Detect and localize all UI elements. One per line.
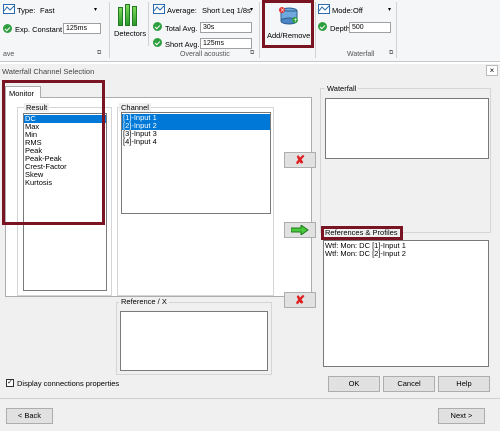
mode-icon	[318, 4, 330, 14]
result-label: Result	[24, 103, 50, 112]
dialog-title: Waterfall Channel Selection	[2, 67, 95, 76]
monitor-tab-panel: Result DC Max Min RMS Peak Peak-Peak Cre…	[5, 97, 312, 297]
separator	[315, 2, 316, 58]
detectors-icon[interactable]	[118, 4, 142, 26]
waterfall-group: Waterfall	[320, 84, 491, 233]
depth-input[interactable]: 500	[349, 22, 391, 33]
channel-label: Channel	[119, 103, 151, 112]
group-overall-acoustic-label: Overall acoustic	[180, 51, 230, 58]
exp-constant-input[interactable]: 125ms	[63, 23, 101, 34]
waterfall-listbox[interactable]	[325, 98, 489, 159]
reference-x-listbox[interactable]	[120, 311, 268, 371]
mode-label: Mode:	[332, 6, 353, 15]
average-value[interactable]: Short Leq 1/8s	[202, 6, 251, 15]
svg-text:×: ×	[280, 7, 285, 14]
average-label: Average:	[167, 6, 197, 15]
short-avg-input[interactable]: 125ms	[200, 38, 252, 49]
group-waterfall-label: Waterfall	[347, 51, 375, 58]
add-remove-icon: × +	[278, 6, 300, 26]
next-button[interactable]: Next >	[438, 408, 485, 424]
red-x-icon: ✘	[294, 293, 306, 307]
cancel-button[interactable]: Cancel	[383, 376, 435, 392]
result-listbox[interactable]: DC Max Min RMS Peak Peak-Peak Crest-Fact…	[23, 113, 107, 291]
ribbon-toolbar: Type: Fast ▾ Exp. Constant 125ms ave ⧉ D…	[0, 0, 500, 62]
green-arrow-right-icon	[291, 225, 309, 235]
total-avg-label: Total Avg.	[165, 24, 198, 33]
group-save-label: ave	[3, 51, 15, 58]
channel-item-input-4[interactable]: [4]-Input 4	[122, 138, 270, 146]
waterfall-channel-selection-dialog: Monitor Result DC Max Min RMS Peak Peak-…	[0, 78, 500, 431]
display-connections-label: Display connections properties	[17, 379, 120, 388]
type-label: Type:	[17, 6, 36, 15]
depth-label: Depth	[330, 24, 351, 33]
separator	[396, 2, 397, 58]
remove-waterfall-button[interactable]: ✘	[284, 152, 316, 168]
red-x-icon: ✘	[294, 153, 306, 167]
depth-check-icon	[318, 22, 327, 31]
mode-dropdown-icon[interactable]: ▾	[388, 6, 391, 13]
add-to-references-button[interactable]	[284, 222, 316, 238]
group-launcher-icon[interactable]: ⧉	[250, 50, 254, 57]
references-profiles-listbox[interactable]: Wtf: Mon: DC [1]-Input 1 Wtf: Mon: DC [2…	[323, 240, 489, 367]
tab-monitor[interactable]: Monitor	[5, 86, 41, 98]
svg-text:+: +	[293, 17, 298, 24]
divider	[0, 398, 500, 399]
detectors-label[interactable]: Detectors	[114, 29, 146, 38]
add-remove-label: Add/Remove	[267, 31, 311, 40]
reference-x-label: Reference / X	[119, 297, 169, 306]
display-connections-checkbox[interactable]: ✓	[6, 379, 14, 387]
exp-constant-check-icon	[3, 24, 12, 33]
remove-reference-button[interactable]: ✘	[284, 292, 316, 308]
average-dropdown-icon[interactable]: ▾	[250, 6, 253, 13]
ok-button[interactable]: OK	[328, 376, 380, 392]
back-button[interactable]: < Back	[6, 408, 53, 424]
references-profiles-label: References & Profiles	[321, 226, 403, 240]
mode-value[interactable]: Off	[353, 6, 363, 15]
short-avg-label: Short Avg.	[165, 40, 200, 49]
separator	[259, 2, 260, 58]
close-icon[interactable]: ×	[486, 65, 498, 76]
exp-constant-label: Exp. Constant	[15, 25, 63, 34]
group-launcher-icon[interactable]: ⧉	[389, 50, 393, 57]
total-avg-check-icon	[153, 22, 162, 31]
channel-group: Channel [1]-Input 1 [2]-Input 2 [3]-Inpu…	[117, 103, 274, 296]
help-button[interactable]: Help	[438, 376, 490, 392]
channel-listbox[interactable]: [1]-Input 1 [2]-Input 2 [3]-Input 3 [4]-…	[121, 112, 271, 214]
separator	[109, 2, 110, 58]
type-value[interactable]: Fast	[40, 6, 55, 15]
total-avg-input[interactable]: 30s	[200, 22, 252, 33]
type-dropdown-icon[interactable]: ▾	[94, 6, 97, 13]
reference-x-group: Reference / X	[116, 297, 272, 375]
separator	[148, 2, 149, 46]
dialog-titlebar[interactable]: Waterfall Channel Selection ×	[0, 64, 500, 78]
average-icon	[153, 4, 165, 14]
group-launcher-icon[interactable]: ⧉	[97, 50, 101, 57]
waterfall-label: Waterfall	[325, 84, 359, 93]
result-group: Result DC Max Min RMS Peak Peak-Peak Cre…	[17, 103, 112, 296]
tab-monitor-label: Monitor	[9, 89, 35, 98]
add-remove-button[interactable]: × + Add/Remove	[262, 0, 314, 48]
short-avg-check-icon	[153, 38, 162, 47]
type-icon	[3, 4, 15, 14]
result-item-kurtosis[interactable]: Kurtosis	[24, 179, 106, 187]
reference-item-input-2[interactable]: Wtf: Mon: DC [2]-Input 2	[324, 250, 488, 258]
